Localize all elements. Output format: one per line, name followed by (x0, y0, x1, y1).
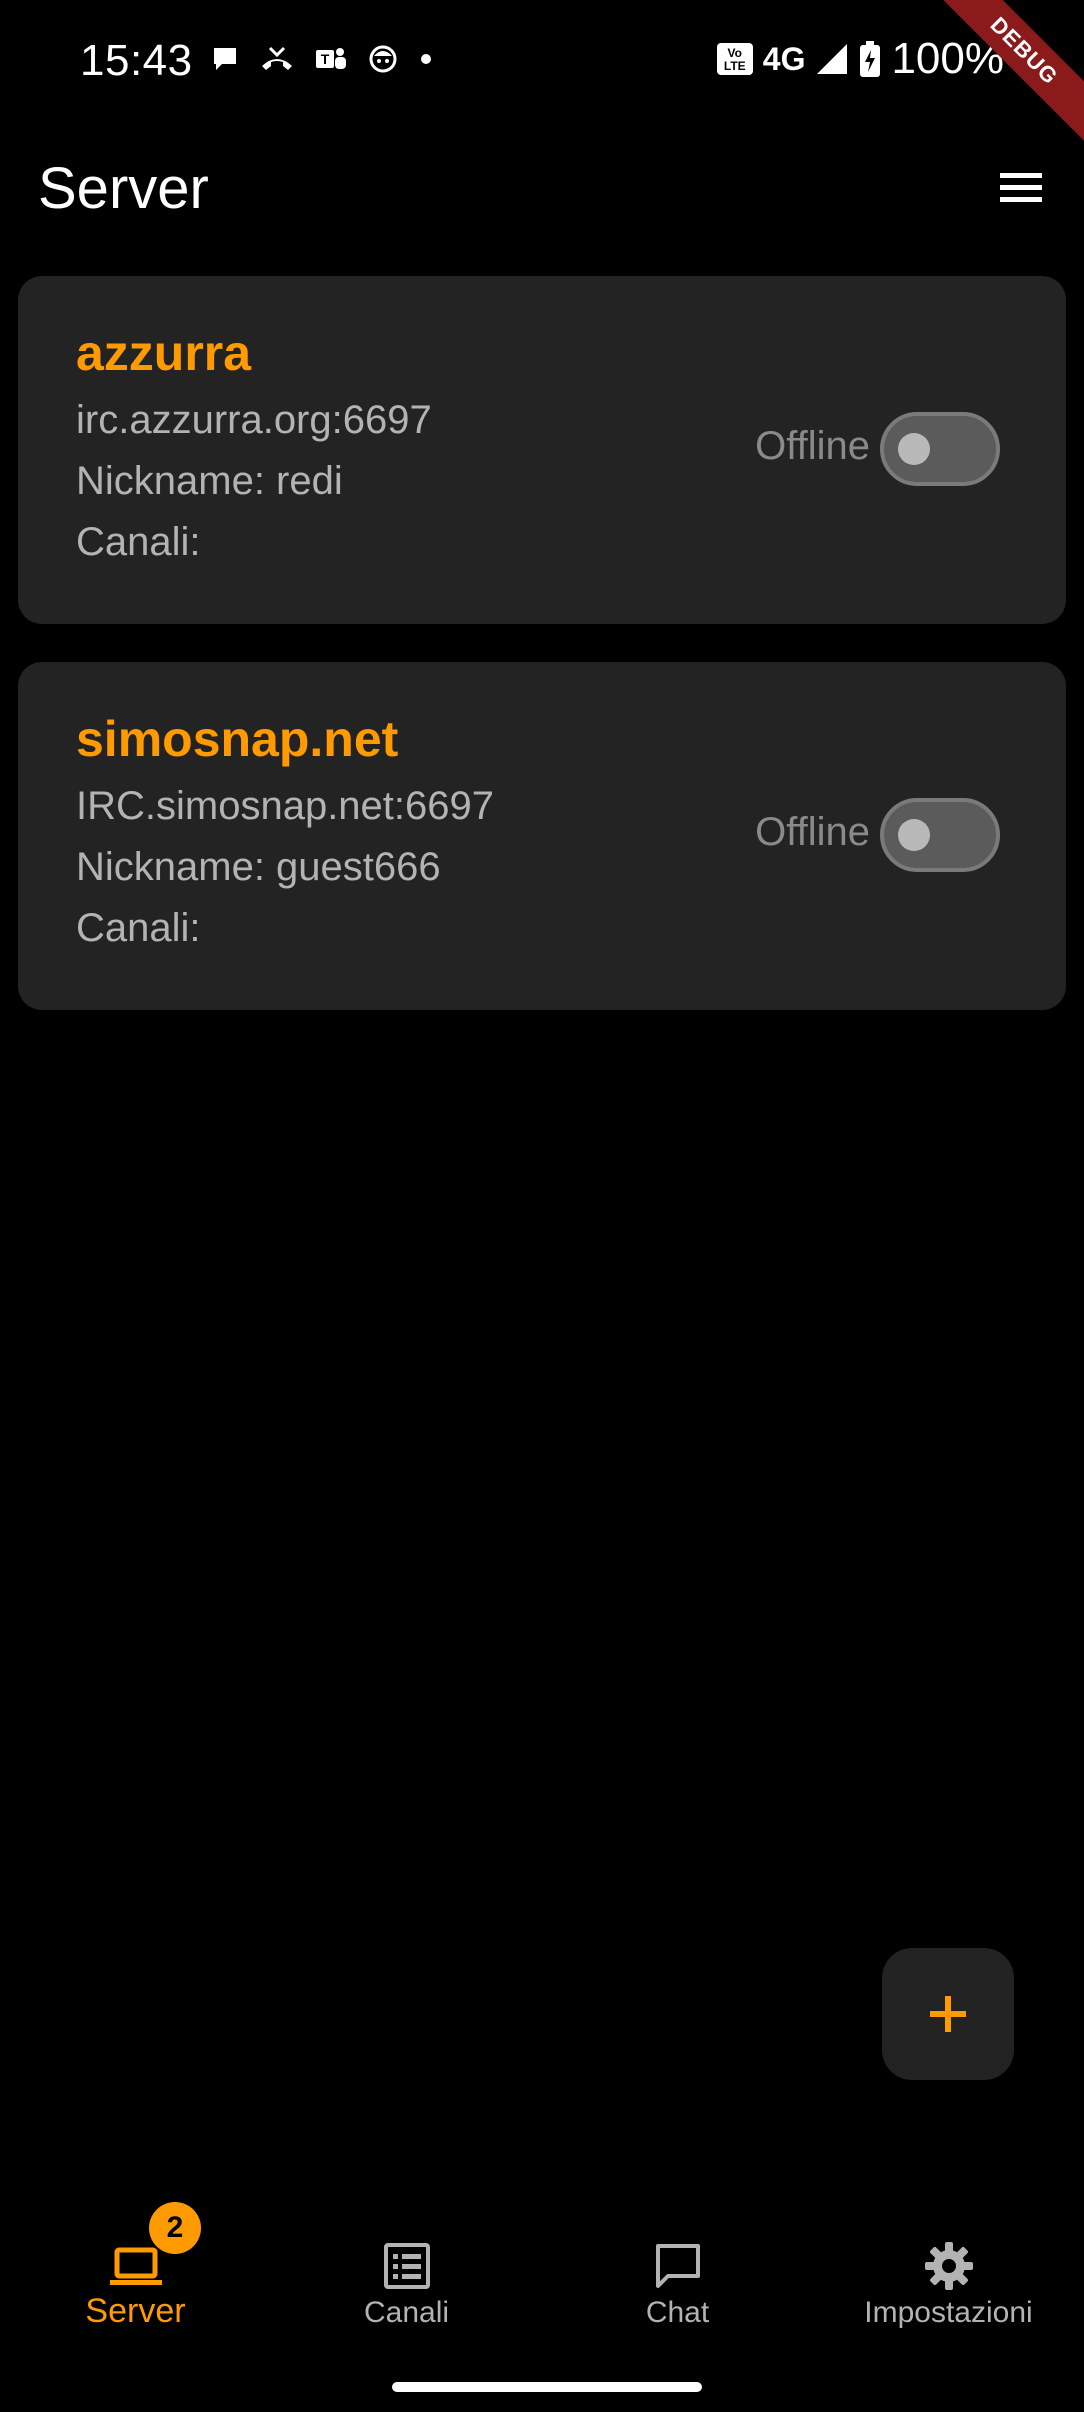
plus-icon (930, 1996, 966, 2032)
connection-toggle[interactable] (880, 412, 1000, 486)
hamburger-menu-icon (1000, 173, 1042, 202)
gear-icon (924, 2242, 973, 2290)
server-name: azzurra (76, 325, 252, 381)
notification-badge: 2 (149, 2202, 201, 2254)
status-bar: 15:43 T Vo LTE 4G 100% (0, 0, 1084, 125)
server-status: Offline (755, 424, 870, 468)
nav-item-canali[interactable]: Canali (271, 2170, 542, 2340)
page-title: Server (38, 156, 209, 221)
more-notifications-dot-icon (421, 54, 431, 64)
nav-item-server[interactable]: 2 Server (0, 2170, 271, 2340)
nav-label: Impostazioni (864, 2296, 1033, 2329)
nav-item-chat[interactable]: Chat (542, 2170, 813, 2340)
server-channels: Canali: (76, 520, 201, 564)
battery-charging-icon (860, 41, 881, 77)
svg-text:T: T (321, 51, 330, 67)
server-channels: Canali: (76, 906, 201, 950)
server-nickname: Nickname: guest666 (76, 845, 441, 889)
list-icon (383, 2243, 430, 2289)
server-nickname: Nickname: redi (76, 459, 343, 503)
status-time: 15:43 (80, 36, 193, 85)
status-right-icons: Vo LTE 4G 100% (716, 34, 1004, 84)
message-icon (214, 48, 236, 70)
add-server-button[interactable] (882, 1948, 1014, 2080)
laptop-icon (109, 2247, 162, 2285)
chat-bubble-icon (655, 2244, 700, 2288)
home-indicator[interactable] (392, 2382, 702, 2392)
nav-label: Chat (645, 2296, 710, 2329)
menu-button[interactable] (988, 155, 1054, 221)
nav-item-impostazioni[interactable]: Impostazioni (813, 2170, 1084, 2340)
server-host: IRC.simosnap.net:6697 (76, 784, 495, 828)
server-card[interactable]: azzurra irc.azzurra.org:6697 Nickname: r… (18, 276, 1066, 624)
signal-icon (817, 44, 848, 74)
missed-call-icon (262, 46, 292, 70)
toggle-thumb (898, 433, 930, 465)
teams-icon: T (316, 48, 346, 69)
bottom-navigation: 2 Server Canali Chat Impostazioni (0, 2170, 1084, 2360)
toggle-thumb (898, 819, 930, 851)
app-bar: Server (0, 125, 1084, 255)
server-host: irc.azzurra.org:6697 (76, 398, 432, 442)
network-type: 4G (762, 40, 806, 77)
connection-toggle[interactable] (880, 798, 1000, 872)
server-card[interactable]: simosnap.net IRC.simosnap.net:6697 Nickn… (18, 662, 1066, 1010)
server-status: Offline (755, 810, 870, 854)
app-face-icon (369, 45, 397, 73)
notification-icons: T (210, 44, 434, 74)
nav-label: Server (85, 2292, 186, 2330)
server-name: simosnap.net (76, 711, 399, 767)
volte-icon: Vo LTE (716, 43, 753, 75)
nav-label: Canali (363, 2296, 450, 2329)
